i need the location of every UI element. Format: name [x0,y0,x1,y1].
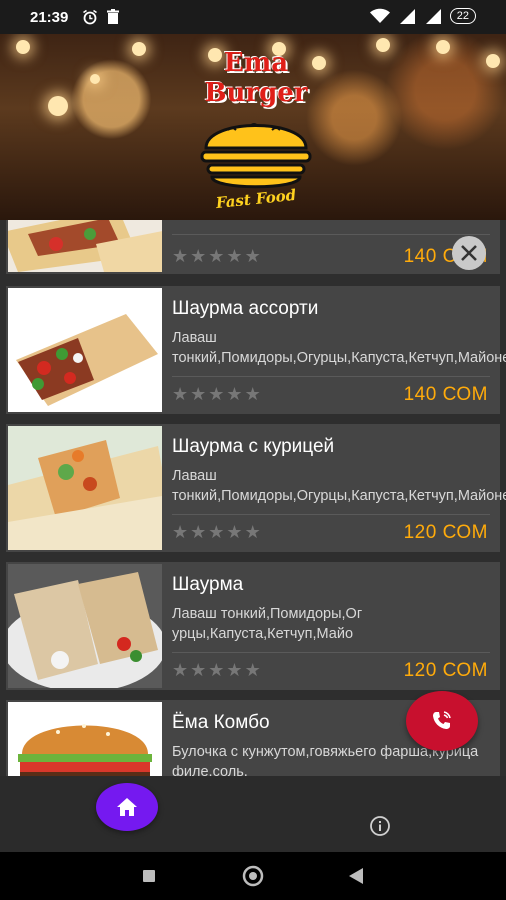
star-icon: ★ [172,384,190,404]
food-image [8,288,162,412]
app-logo: Ema Burger Fast Food [194,48,318,220]
star-icon: ★ [226,522,244,542]
star-icon: ★ [190,522,208,542]
star-icon: ★ [190,384,208,404]
item-description: Лаваш тонкий,Помидоры,Огурцы,Капуста,Кет… [172,468,506,504]
item-description: Лаваш тонкий,Помидоры,Ог урцы,Капуста,Ке… [172,606,363,642]
item-price: 120 СОМ [403,522,488,543]
food-image [8,220,162,272]
star-icon: ★ [208,246,226,266]
status-bar: 21:39 22 [0,0,506,34]
rating-stars: ★ ★ ★ ★ ★ [172,246,262,267]
phone-call-icon [433,711,451,729]
menu-card[interactable]: Шаурма Лаваш тонкий,Помидоры,Ог урцы,Кап… [6,562,500,690]
item-title: Шаурма с курицей [172,436,335,457]
status-notification-icons [82,9,120,25]
rating-stars: ★ ★ ★ ★ ★ [172,384,262,405]
star-icon: ★ [244,384,262,404]
card-divider [172,376,490,377]
signal-icon [425,9,441,24]
home-button[interactable] [96,783,158,831]
menu-card[interactable]: ★ ★ ★ ★ ★ 140 СОМ [6,220,500,274]
recents-icon [143,870,155,882]
trash-icon [107,9,119,24]
info-icon [370,816,390,836]
card-divider [172,234,490,235]
card-divider [172,514,490,515]
back-button[interactable] [326,852,386,900]
call-button[interactable] [406,691,478,751]
status-system-icons: 22 [369,8,476,24]
star-icon: ★ [190,246,208,266]
header-banner: Ema Burger Fast Food [0,34,506,220]
back-icon [349,868,363,884]
star-icon: ★ [244,660,262,680]
item-title: Шаурма [172,574,244,595]
item-price: 120 СОМ [403,660,488,681]
alarm-icon [83,9,97,25]
logo-line1: Ema [223,48,289,78]
system-navigation-bar [0,852,506,900]
home-icon [117,798,137,816]
menu-card[interactable]: Шаурма с курицей Лаваш тонкий,Помидоры,О… [6,424,506,552]
star-icon: ★ [244,246,262,266]
card-divider [172,652,490,653]
burger-logo-icon [200,123,312,189]
logo-line2: Burger [204,78,308,108]
star-icon: ★ [226,246,244,266]
rating-stars: ★ ★ ★ ★ ★ [172,522,262,543]
menu-card[interactable]: Шаурма ассорти Лаваш тонкий,Помидоры,Огу… [6,286,506,414]
status-time: 21:39 [30,9,69,26]
recents-button[interactable] [120,852,180,900]
home-nav-button[interactable] [224,852,284,900]
item-price: 140 СОМ [403,384,488,405]
star-icon: ★ [190,660,208,680]
rating-stars: ★ ★ ★ ★ ★ [172,660,262,681]
home-circle-icon [242,865,264,887]
item-title: Ёма Комбо [172,712,270,733]
item-description: Лаваш тонкий,Помидоры,Огурцы,Капуста,Кет… [172,330,506,366]
item-title: Шаурма ассорти [172,298,319,319]
star-icon: ★ [226,384,244,404]
close-icon [461,245,477,261]
star-icon: ★ [208,384,226,404]
wifi-icon [369,8,390,23]
star-icon: ★ [208,522,226,542]
signal-icon [399,9,415,24]
star-icon: ★ [172,246,190,266]
star-icon: ★ [244,522,262,542]
food-image [8,702,162,776]
info-button[interactable] [369,815,390,836]
bottom-navigation-bar [0,776,506,852]
battery-icon: 22 [449,8,476,24]
food-image [8,426,162,550]
star-icon: ★ [172,522,190,542]
food-image [8,564,162,688]
close-button[interactable] [452,236,486,270]
star-icon: ★ [208,660,226,680]
star-icon: ★ [226,660,244,680]
star-icon: ★ [172,660,190,680]
